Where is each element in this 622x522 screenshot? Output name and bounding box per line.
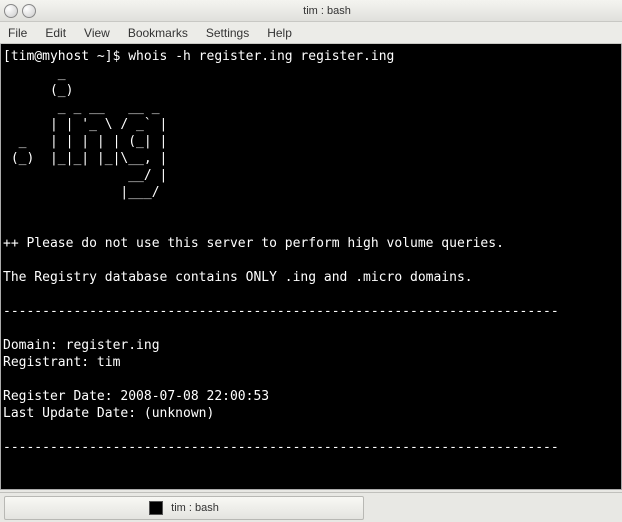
notice-line: ++ Please do not use this server to perf… xyxy=(3,236,504,251)
last-update-line: Last Update Date: (unknown) xyxy=(3,406,214,421)
menu-bookmarks[interactable]: Bookmarks xyxy=(128,26,188,40)
terminal-prompt: [tim@myhost ~]$ xyxy=(3,49,120,64)
registrant-line: Registrant: tim xyxy=(3,355,120,370)
ascii-art-line: | | '_ \ / _` | xyxy=(3,117,167,132)
divider-line: ----------------------------------------… xyxy=(3,440,559,455)
taskbar: tim : bash xyxy=(0,492,622,522)
ascii-art-line: (_) |_|_| |_|\__, | xyxy=(3,151,167,166)
notice-line: The Registry database contains ONLY .ing… xyxy=(3,270,473,285)
ascii-art-line: |___/ xyxy=(3,185,160,200)
ascii-art-line: __/ | xyxy=(3,168,167,183)
ascii-art-line: (_) xyxy=(3,83,73,98)
window-title: tim : bash xyxy=(36,5,618,17)
menu-help[interactable]: Help xyxy=(267,26,292,40)
window-minimize-button[interactable] xyxy=(22,4,36,18)
menu-view[interactable]: View xyxy=(84,26,110,40)
taskbar-item[interactable]: tim : bash xyxy=(4,496,364,520)
ascii-art-line: _ _ __ __ _ xyxy=(3,100,160,115)
terminal-command: whois -h register.ing register.ing xyxy=(128,49,394,64)
window-menu-button[interactable] xyxy=(4,4,18,18)
ascii-art-line: _ | | | | | (_| | xyxy=(3,134,167,149)
menu-file[interactable]: File xyxy=(8,26,27,40)
domain-line: Domain: register.ing xyxy=(3,338,160,353)
terminal-output[interactable]: [tim@myhost ~]$ whois -h register.ing re… xyxy=(0,44,622,490)
register-date-line: Register Date: 2008-07-08 22:00:53 xyxy=(3,389,269,404)
ascii-art-line: _ xyxy=(3,66,66,81)
titlebar: tim : bash xyxy=(0,0,622,22)
menu-edit[interactable]: Edit xyxy=(45,26,66,40)
menu-settings[interactable]: Settings xyxy=(206,26,249,40)
terminal-icon xyxy=(149,501,163,515)
divider-line: ----------------------------------------… xyxy=(3,304,559,319)
taskbar-item-label: tim : bash xyxy=(171,502,219,514)
menubar: File Edit View Bookmarks Settings Help xyxy=(0,22,622,44)
